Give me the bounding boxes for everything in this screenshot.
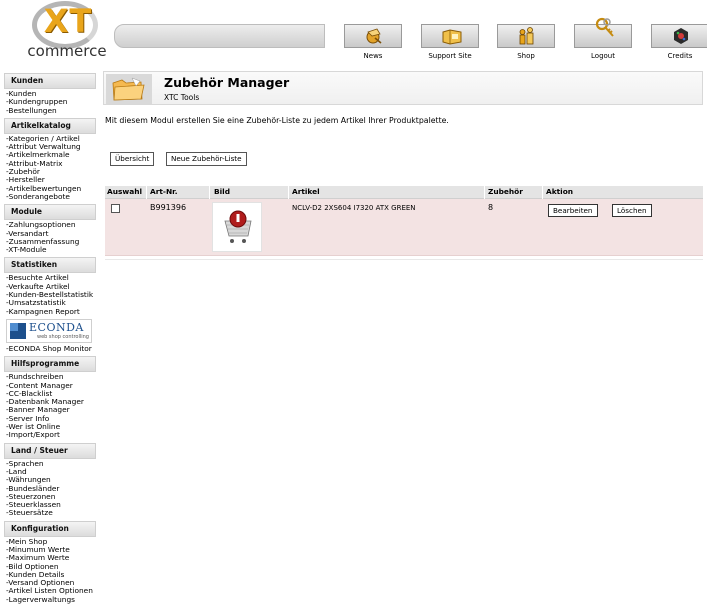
- sidebar-heading-artikelkatalog: Artikelkatalog: [4, 117, 96, 134]
- product-image[interactable]: [212, 202, 262, 252]
- news-icon: [366, 28, 382, 44]
- sidebar-heading-land-steuer: Land / Steuer: [4, 442, 96, 459]
- sidebar-heading-module: Module: [4, 204, 96, 221]
- nav-credits[interactable]: Credits: [651, 24, 707, 64]
- table-header: Auswahl Art-Nr. Bild Artikel Zubehör Akt…: [105, 186, 703, 258]
- nav-support-label[interactable]: Support Site: [411, 52, 489, 60]
- sidebar-item-xt-module[interactable]: -XT-Module: [6, 245, 97, 254]
- header-auswahl: Auswahl: [107, 187, 142, 196]
- sidebar-group-statistiken: -Besuchte Artikel -Verkaufte Artikel -Ku…: [0, 274, 97, 316]
- overview-button[interactable]: Übersicht: [110, 152, 155, 166]
- edit-button[interactable]: Bearbeiten: [548, 204, 598, 217]
- shop-button[interactable]: [497, 24, 555, 48]
- econda-logo-accent: [10, 322, 18, 331]
- credits-icon: [674, 28, 688, 44]
- sidebar-item-import-export[interactable]: -Import/Export: [6, 431, 97, 440]
- nav-shop[interactable]: Shop: [497, 24, 555, 64]
- header-aktion: Aktion: [546, 187, 574, 196]
- sidebar-group-konfiguration: -Mein Shop -Minumum Werte -Maximum Werte…: [0, 537, 97, 604]
- support-icon: [442, 29, 462, 45]
- folder-icon: [106, 74, 152, 104]
- page-title: Zubehör Manager: [164, 75, 290, 90]
- accessory-table: Auswahl Art-Nr. Bild Artikel Zubehör Akt…: [105, 186, 703, 260]
- header-zubehoer: Zubehör: [488, 187, 523, 196]
- sidebar-heading-kunden: Kunden: [4, 73, 96, 89]
- header-bar: [114, 24, 325, 48]
- nav-news-label[interactable]: News: [334, 52, 412, 60]
- sidebar-group-econda: -ECONDA Shop Monitor: [0, 344, 97, 353]
- news-button[interactable]: [344, 24, 402, 48]
- nav-shop-label[interactable]: Shop: [487, 52, 565, 60]
- page-subtitle: XTC Tools: [164, 93, 200, 102]
- delete-button[interactable]: Löschen: [612, 204, 652, 217]
- row-select-checkbox[interactable]: [111, 204, 120, 213]
- shop-icon: [519, 27, 534, 45]
- econda-banner[interactable]: ECONDA web shop controlling: [6, 318, 92, 343]
- cell-art-nr: B991396: [150, 203, 187, 212]
- logout-icon: [595, 17, 614, 37]
- header-art-nr: Art-Nr.: [150, 187, 178, 196]
- econda-tagline: web shop controlling: [37, 333, 89, 340]
- logo-mark: XT: [43, 2, 93, 40]
- sidebar-item-steuersaetze[interactable]: -Steuersätze: [6, 509, 97, 518]
- table-footer-line: [105, 256, 703, 260]
- sidebar-group-kunden: -Kunden -Kundengruppen -Bestellungen: [0, 89, 97, 115]
- intro-text: Mit diesem Modul erstellen Sie eine Zube…: [105, 116, 449, 125]
- cell-artikel: NCLV-D2 2XS604 I7320 ATX GREEN: [292, 204, 416, 212]
- new-accessory-list-button[interactable]: Neue Zubehör-Liste: [166, 152, 247, 166]
- nav-support-site[interactable]: Support Site: [421, 24, 479, 64]
- nav-logout-label[interactable]: Logout: [564, 52, 642, 60]
- header-bild: Bild: [214, 187, 230, 196]
- sidebar-group-module: -Zahlungsoptionen -Versandart -Zusammenf…: [0, 220, 97, 254]
- page-header: Zubehör Manager XTC Tools: [103, 71, 703, 105]
- logout-button[interactable]: [574, 17, 632, 48]
- sidebar-heading-konfiguration: Konfiguration: [4, 520, 96, 537]
- sidebar-heading-hilfsprogramme: Hilfsprogramme: [4, 356, 96, 373]
- logo-word: commerce: [27, 42, 107, 60]
- main-content: Zubehör Manager XTC Tools Mit diesem Mod…: [103, 71, 703, 260]
- header-artikel: Artikel: [292, 187, 320, 196]
- sidebar-group-hilfsprogramme: -Rundschreiben -Content Manager -CC-Blac…: [0, 372, 97, 440]
- header: XT commerce News Support Site Shop Logou…: [0, 0, 707, 68]
- nav-logout[interactable]: Logout: [574, 17, 632, 64]
- sidebar-group-land-steuer: -Sprachen -Land -Währungen -Bundesländer…: [0, 459, 97, 518]
- product-cart-icon: [224, 210, 252, 243]
- sidebar-heading-statistiken: Statistiken: [4, 257, 96, 274]
- nav-news[interactable]: News: [344, 24, 402, 64]
- credits-button[interactable]: [651, 24, 707, 48]
- cell-zubehoer-count: 8: [488, 203, 494, 212]
- sidebar-item-bestellungen[interactable]: -Bestellungen: [6, 106, 97, 115]
- table-row: B991396 NCLV-D2 2XS604 I7320 ATX GREEN 8…: [105, 199, 703, 256]
- sidebar: Kunden -Kunden -Kundengruppen -Bestellun…: [0, 73, 97, 607]
- nav-credits-label[interactable]: Credits: [641, 52, 707, 60]
- support-site-button[interactable]: [421, 24, 479, 48]
- xt-commerce-logo[interactable]: XT commerce: [26, 0, 108, 64]
- sidebar-group-artikelkatalog: -Kategorien / Artikel -Attribut Verwaltu…: [0, 134, 97, 201]
- sidebar-item-kampagnen-report[interactable]: -Kampagnen Report: [6, 307, 97, 316]
- sidebar-item-econda-shop-monitor[interactable]: -ECONDA Shop Monitor: [6, 344, 97, 353]
- econda-name: ECONDA: [29, 320, 84, 334]
- sidebar-item-sonderangebote[interactable]: -Sonderangebote: [6, 192, 97, 201]
